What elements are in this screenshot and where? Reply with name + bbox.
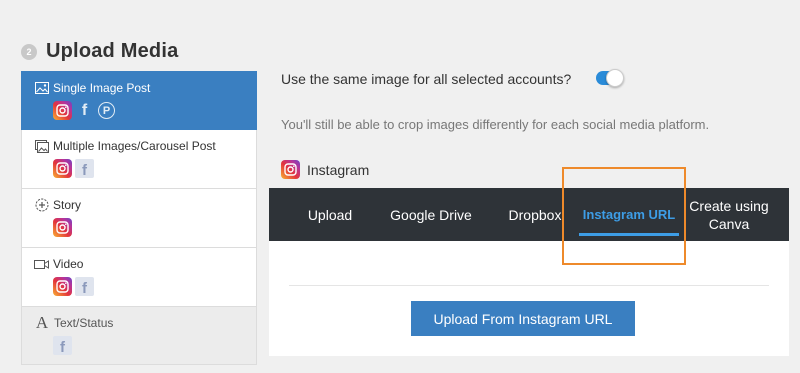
post-type-single-image[interactable]: Single Image Post f P: [21, 71, 257, 130]
same-image-toggle[interactable]: [596, 69, 624, 87]
video-icon: [34, 258, 49, 271]
toggle-knob: [606, 69, 624, 87]
instagram-icon: [53, 218, 72, 237]
post-type-list: Single Image Post f P Multiple Images/Ca…: [21, 71, 257, 365]
tab-instagram-url[interactable]: Instagram URL: [579, 188, 679, 241]
story-plus-icon: [34, 198, 49, 212]
images-icon: [34, 139, 49, 153]
upload-panel: Upload Google Drive Dropbox Instagram UR…: [269, 188, 789, 356]
image-icon: [34, 82, 49, 95]
instagram-icon: [53, 277, 72, 296]
post-type-carousel[interactable]: Multiple Images/Carousel Post f: [21, 130, 257, 189]
tab-google-drive[interactable]: Google Drive: [372, 188, 490, 241]
post-type-label: Text/Status: [54, 316, 114, 330]
facebook-icon: f: [75, 277, 94, 296]
section-title: Upload Media: [46, 40, 179, 62]
facebook-icon: f: [53, 336, 72, 355]
step-badge: 2: [21, 43, 37, 60]
instagram-icon: [53, 159, 72, 178]
post-type-label: Video: [53, 257, 84, 271]
tab-dropbox[interactable]: Dropbox: [491, 188, 579, 241]
post-type-video[interactable]: Video f: [21, 248, 257, 307]
platform-header: Instagram: [281, 160, 369, 179]
tab-create-using-canva[interactable]: Create using Canva: [679, 188, 779, 241]
instagram-icon: [53, 101, 72, 120]
tab-upload[interactable]: Upload: [290, 188, 370, 241]
post-type-label: Single Image Post: [53, 81, 151, 95]
pinterest-icon: P: [97, 101, 116, 120]
upload-source-tabs: Upload Google Drive Dropbox Instagram UR…: [269, 188, 789, 241]
post-type-label: Story: [53, 198, 82, 212]
facebook-icon: f: [81, 101, 88, 119]
post-type-story[interactable]: Story: [21, 189, 257, 248]
same-image-question: Use the same image for all selected acco…: [281, 71, 572, 87]
section-header: 2 Upload Media: [21, 40, 178, 63]
panel-divider: [289, 285, 769, 286]
text-icon: A: [35, 313, 49, 332]
upload-from-instagram-url-button[interactable]: Upload From Instagram URL: [411, 301, 635, 336]
facebook-icon: f: [75, 159, 94, 178]
post-type-text-status[interactable]: A Text/Status f: [21, 307, 257, 365]
crop-note: You'll still be able to crop images diff…: [281, 117, 710, 132]
platform-name: Instagram: [307, 161, 370, 178]
instagram-icon: [281, 160, 300, 179]
post-type-label: Multiple Images/Carousel Post: [53, 139, 216, 153]
